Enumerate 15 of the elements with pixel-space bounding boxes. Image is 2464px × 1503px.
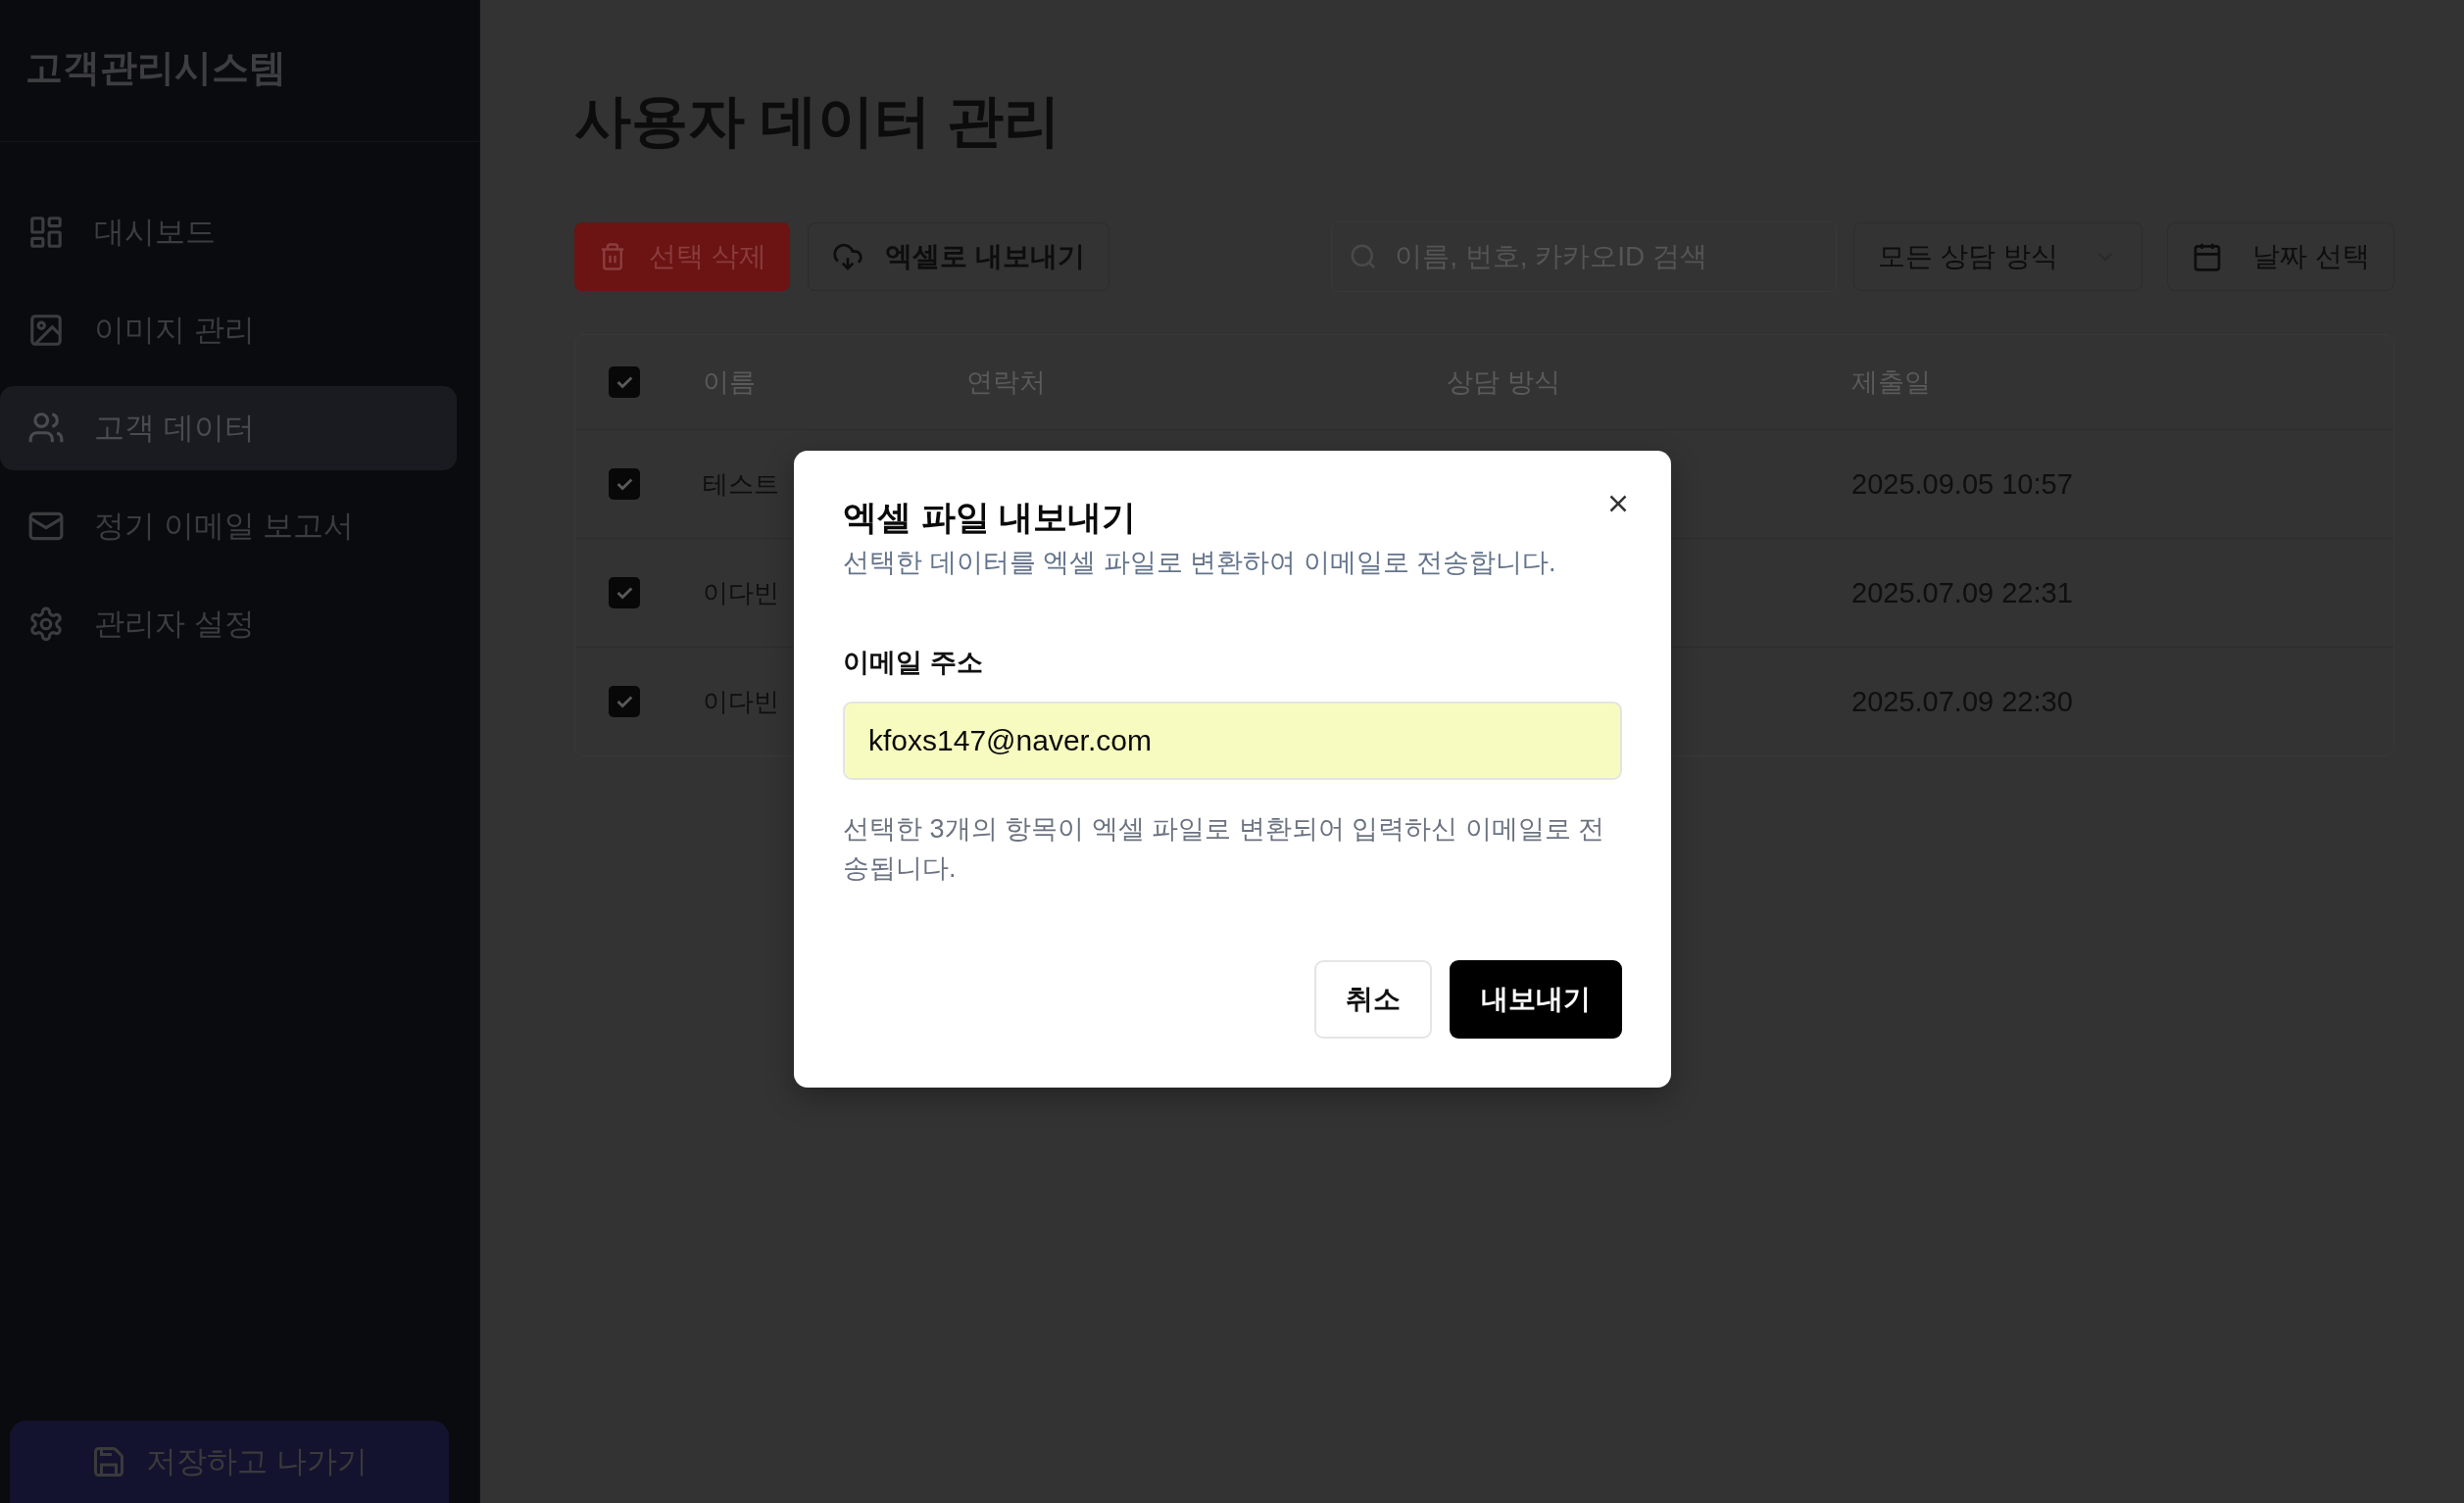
dialog-description: 선택한 데이터를 엑셀 파일로 변환하여 이메일로 전송합니다. <box>843 547 1557 579</box>
settings-icon <box>27 606 65 643</box>
checkbox[interactable] <box>609 577 640 608</box>
cloud-download-icon <box>831 241 863 272</box>
email-label: 이메일 주소 <box>843 647 983 679</box>
checkbox[interactable] <box>609 686 640 717</box>
email-field[interactable]: kfoxs147@naver.com <box>843 702 1622 780</box>
image-icon <box>27 312 65 349</box>
grid-icon <box>27 214 65 251</box>
help-text: 선택한 3개의 항목이 엑셀 파일로 변환되어 입력하신 이메일로 전송됩니다. <box>843 813 1606 885</box>
checkbox[interactable] <box>609 366 640 398</box>
export-button[interactable]: 내보내기 <box>1450 960 1622 1039</box>
dialog-title: 엑셀 파일 내보내기 <box>843 497 1137 538</box>
cancel-button[interactable]: 취소 <box>1314 960 1432 1039</box>
checkbox[interactable] <box>609 468 640 500</box>
